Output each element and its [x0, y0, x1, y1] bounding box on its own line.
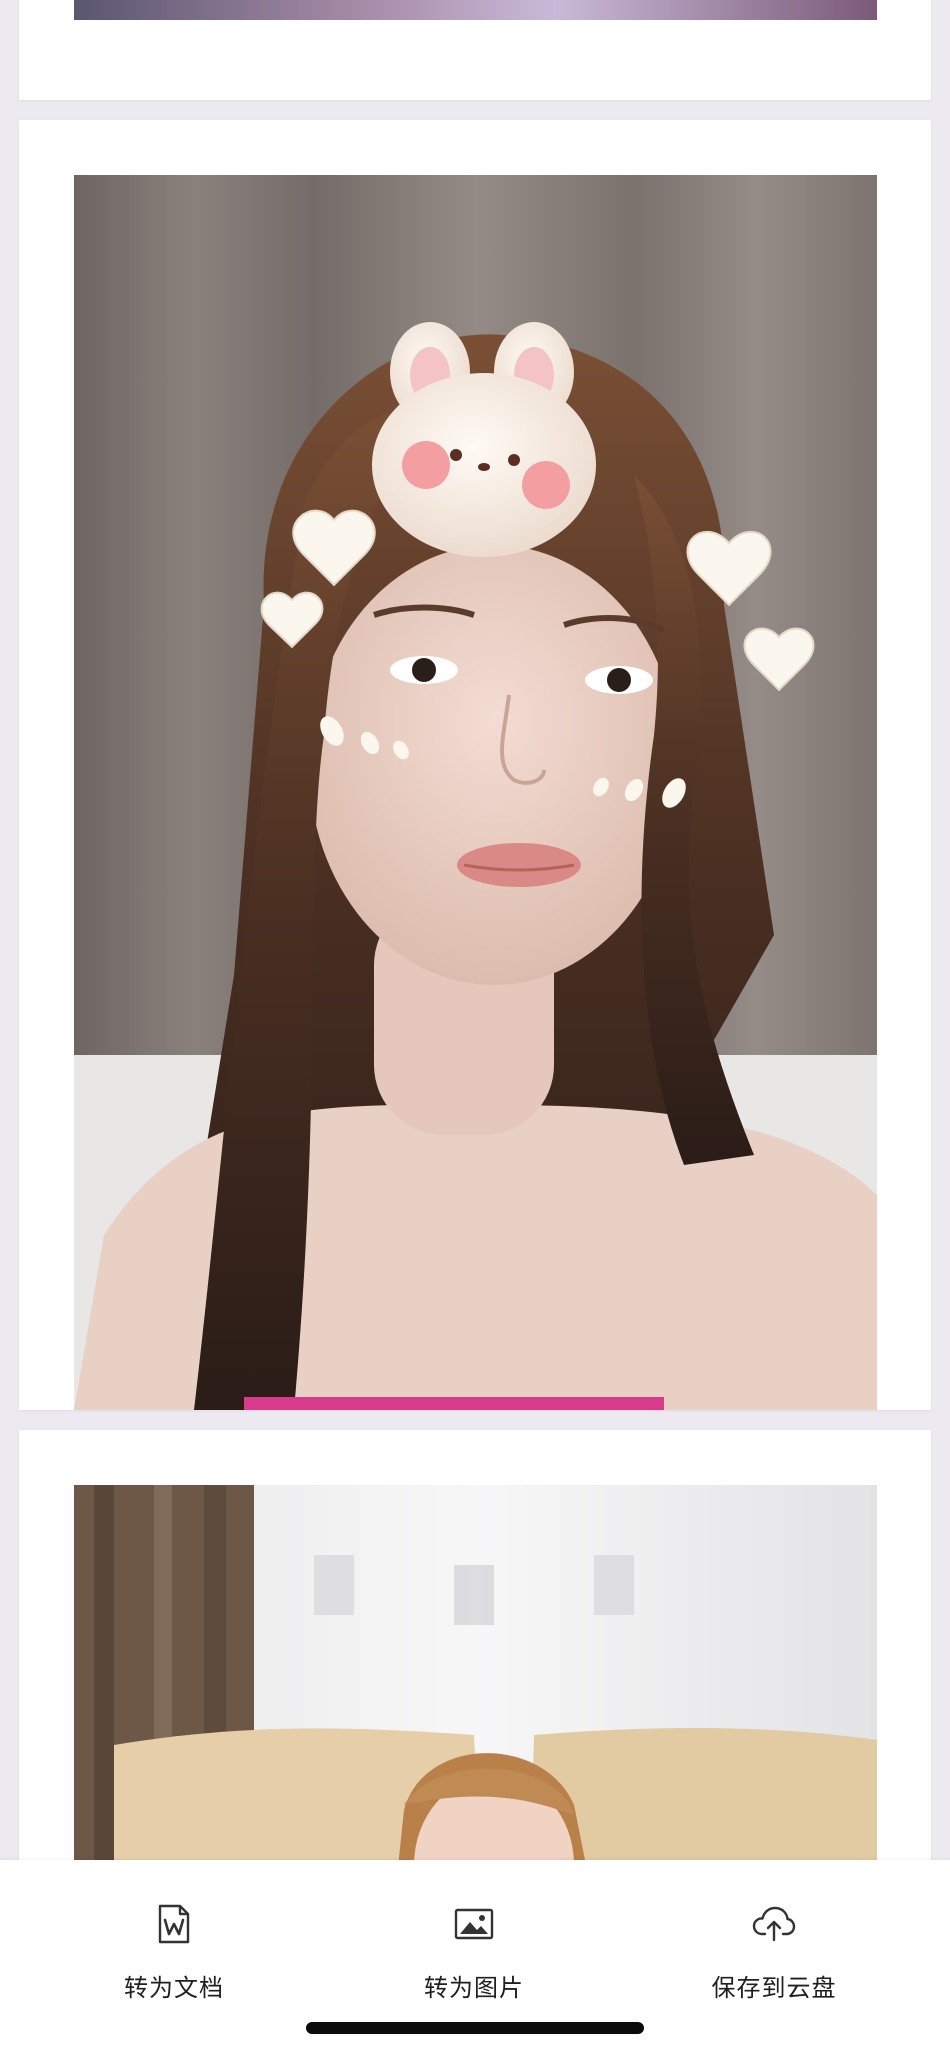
home-indicator[interactable] — [306, 2022, 644, 2034]
page-2-photo — [74, 175, 877, 1410]
convert-to-image-button[interactable]: 转为图片 — [374, 1900, 574, 2003]
save-to-cloud-button[interactable]: 保存到云盘 — [674, 1900, 874, 2003]
word-document-icon — [158, 1904, 190, 1944]
bottom-toolbar: 转为文档 转为图片 保存到云盘 — [0, 1860, 950, 2056]
document-preview-screen: 转为文档 转为图片 保存到云盘 — [0, 0, 950, 2056]
image-icon — [454, 1908, 494, 1940]
cloud-upload-icon — [752, 1906, 796, 1942]
convert-to-document-label: 转为文档 — [124, 1974, 224, 2002]
page-1-photo — [74, 0, 877, 20]
convert-to-image-label: 转为图片 — [424, 1974, 524, 2002]
document-page-2 — [19, 120, 931, 1410]
convert-to-document-button[interactable]: 转为文档 — [74, 1900, 274, 2003]
save-to-cloud-label: 保存到云盘 — [711, 1974, 837, 2002]
document-page-1 — [19, 0, 931, 100]
